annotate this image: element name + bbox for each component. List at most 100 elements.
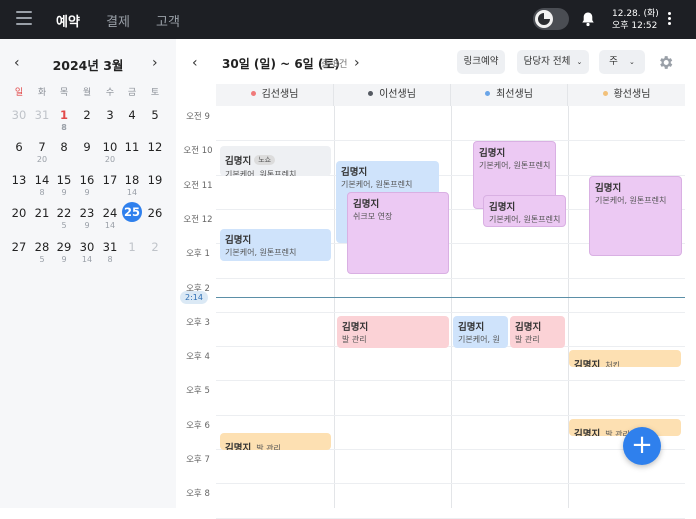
calendar-day[interactable]: 16 9 — [76, 173, 98, 197]
hamburger-menu-icon[interactable] — [16, 11, 32, 27]
gear-icon[interactable] — [657, 54, 674, 75]
calendar-day[interactable]: 8 — [53, 140, 75, 154]
link-reservation-button[interactable]: 링크예약 — [457, 50, 505, 74]
weekday-label: 일 — [14, 88, 24, 98]
event-customer-name: 김명지 — [225, 235, 252, 246]
calendar-day[interactable]: 3 — [99, 108, 121, 122]
calendar-day[interactable]: 7 20 — [31, 140, 53, 164]
event-service: 쉬크모 연장 — [353, 212, 393, 221]
calendar-day[interactable]: 4 — [121, 108, 143, 122]
day-booking-count: 9 — [84, 221, 90, 230]
event-service: 처킨 — [605, 361, 620, 367]
reservation-event[interactable]: 김명지 쉬크모 연장 — [347, 192, 449, 274]
reservation-event[interactable]: 김명지 처킨 — [569, 350, 681, 367]
reservation-event[interactable]: 김명지 발 관리 — [569, 419, 681, 436]
reservation-event[interactable]: 김명지 기본케어, 원 — [453, 316, 508, 348]
calendar-day[interactable]: 20 — [8, 206, 30, 220]
time-label: 오후 7 — [186, 455, 210, 465]
day-number: 13 — [11, 173, 27, 187]
calendar-day[interactable]: 29 9 — [53, 240, 75, 264]
day-booking-count: 9 — [61, 255, 67, 264]
weekday-label: 토 — [150, 88, 160, 98]
calendar-day[interactable]: 21 — [31, 206, 53, 220]
day-booking-count: 14 — [104, 221, 116, 230]
bell-icon[interactable] — [580, 11, 596, 31]
weekday-label: 화 — [37, 88, 47, 98]
calendar-day[interactable]: 17 — [99, 173, 121, 187]
day-number: 24 — [102, 206, 118, 220]
calendar-day[interactable]: 19 — [144, 173, 166, 187]
calendar-day[interactable]: 30 — [8, 108, 30, 122]
calendar-day[interactable]: 30 14 — [76, 240, 98, 264]
day-number: 31 — [34, 108, 50, 122]
calendar-day[interactable]: 5 — [144, 108, 166, 122]
hour-line — [216, 483, 685, 485]
calendar-day[interactable]: 11 — [121, 140, 143, 154]
nav-payment[interactable]: 결제 — [106, 11, 130, 30]
staff-dot — [485, 90, 491, 96]
view-mode-dropdown[interactable]: 주 ⌄ — [599, 50, 645, 74]
calendar-day[interactable]: 22 5 — [53, 206, 75, 230]
calendar-day[interactable]: 2 — [76, 108, 98, 122]
weekday-label: 수 — [105, 88, 115, 98]
calendar-day[interactable]: 1 — [121, 240, 143, 254]
event-customer-name: 김명지 — [479, 148, 506, 159]
reservation-event[interactable]: 김명지 발 관리 — [510, 316, 565, 348]
add-reservation-button[interactable]: + — [623, 427, 661, 465]
staff-filter-dropdown[interactable]: 담당자 전체 ⌄ — [517, 50, 589, 74]
nav-customer[interactable]: 고객 — [156, 11, 180, 30]
calendar-day[interactable]: 10 20 — [99, 140, 121, 164]
prev-week-icon[interactable]: ‹ — [192, 55, 198, 71]
calendar-day[interactable]: 18 14 — [121, 173, 143, 197]
time-label: 오전 11 — [183, 180, 213, 191]
day-number: 18 — [124, 173, 140, 187]
calendar-day[interactable]: 31 — [31, 108, 53, 122]
month-header: ‹ 2024년 3월 › — [0, 53, 176, 73]
staff-filter-label: 담당자 전체 — [523, 56, 571, 67]
event-customer-name: 김명지 — [515, 322, 542, 333]
reservation-event[interactable]: 김명지 기본케어, 원톤프렌치 — [483, 195, 566, 227]
nav-reservation[interactable]: 예약 — [56, 11, 80, 30]
next-month-icon[interactable]: › — [152, 55, 158, 71]
reservation-event[interactable]: 김명지 노쇼 기본케어, 원톤프렌치 — [220, 146, 331, 176]
event-customer-name: 김명지 — [341, 167, 368, 178]
calendar-day[interactable]: 26 — [144, 206, 166, 220]
calendar-day[interactable]: 28 5 — [31, 240, 53, 264]
theme-toggle[interactable] — [533, 8, 569, 30]
calendar-day[interactable]: 15 9 — [53, 173, 75, 197]
calendar-day[interactable]: 27 — [8, 240, 30, 254]
calendar-day[interactable]: 13 — [8, 173, 30, 187]
calendar-day[interactable]: 2 — [144, 240, 166, 254]
top-bar: 예약 결제 고객 12.28. (화) 오후 12:52 — [0, 0, 696, 39]
more-menu-icon[interactable] — [668, 12, 674, 27]
hour-line — [216, 380, 685, 382]
reservation-event[interactable]: 김명지기본케어, 원톤프렌치 — [220, 229, 331, 261]
column-divider — [451, 106, 452, 508]
staff-col-0[interactable]: 김선생님 — [216, 84, 334, 106]
next-week-icon[interactable]: › — [354, 55, 360, 71]
staff-dot — [250, 90, 256, 96]
calendar-day[interactable]: 18 — [53, 108, 75, 132]
time-label: 오전 10 — [183, 146, 213, 157]
calendar-day[interactable]: 23 9 — [76, 206, 98, 230]
reservation-event[interactable]: 김명지 발 관리 — [220, 433, 331, 450]
event-service: 기본케어, 원톤프렌치 — [225, 248, 297, 257]
day-number: 20 — [11, 206, 27, 220]
day-number: 15 — [56, 173, 72, 187]
calendar-day[interactable]: 14 8 — [31, 173, 53, 197]
staff-col-2[interactable]: 최선생님 — [451, 84, 568, 106]
reservation-event[interactable]: 김명지 발 관리 — [337, 316, 449, 348]
staff-dot — [602, 90, 608, 96]
calendar-day[interactable]: 9 — [76, 140, 98, 154]
time-label: 오전 12 — [183, 214, 213, 225]
staff-col-1[interactable]: 이선생님 — [334, 84, 451, 106]
calendar-day[interactable]: 12 — [144, 140, 166, 154]
hour-line — [216, 277, 685, 279]
calendar-day[interactable]: 31 8 — [99, 240, 121, 264]
calendar-day[interactable]: 24 14 — [99, 206, 121, 230]
staff-col-3[interactable]: 황선생님 — [568, 84, 685, 106]
reservation-event[interactable]: 김명지 기본케어, 원톤프렌치 — [589, 176, 682, 256]
calendar-day[interactable]: 25 — [121, 202, 143, 222]
calendar-day[interactable]: 6 — [8, 140, 30, 154]
day-booking-count: 9 — [84, 188, 90, 197]
